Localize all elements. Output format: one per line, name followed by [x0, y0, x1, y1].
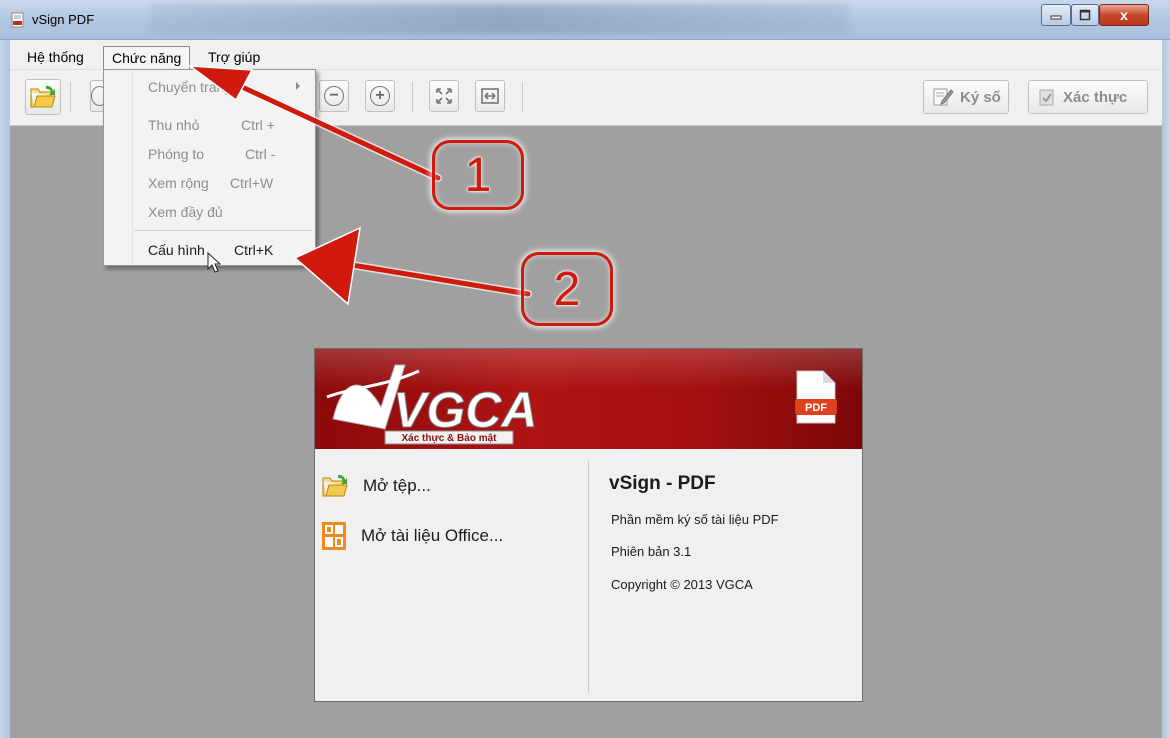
open-file-link[interactable]: Mở tệp...	[321, 473, 431, 499]
shortcut-phong-to: Ctrl -	[245, 146, 276, 162]
window-frame-left	[0, 40, 10, 738]
maximize-icon	[1079, 9, 1091, 21]
zoom-in-button[interactable]: +	[365, 80, 395, 112]
menu-tro-giup[interactable]: Trợ giúp	[200, 46, 268, 70]
zoom-out-button[interactable]: −	[319, 80, 349, 112]
open-file-label: Mở tệp...	[363, 476, 431, 495]
menu-item-thu-nho[interactable]: Thu nhỏ	[148, 117, 199, 133]
fit-width-button[interactable]	[475, 80, 505, 112]
annotation-callout-2: 2	[521, 252, 613, 326]
menu-item-chuyen-trang[interactable]: Chuyển trang	[148, 79, 232, 95]
app-copyright: Copyright © 2013 VGCA	[611, 577, 753, 592]
open-folder-icon	[322, 474, 348, 497]
vgca-banner: VGCA Xác thực & Bảo mật PDF	[315, 349, 862, 449]
pdf-badge-label: PDF	[805, 402, 827, 414]
menu-separator	[134, 230, 312, 231]
panel-divider	[588, 461, 589, 693]
sign-button-label: Ký số	[960, 88, 1001, 106]
app-version: Phiên bản 3.1	[611, 544, 692, 559]
toolbar-separator	[412, 82, 413, 112]
verify-icon	[1039, 89, 1054, 106]
window-frame-right	[1162, 40, 1170, 738]
minimize-icon	[1050, 15, 1062, 20]
annotation-callout-1: 1	[432, 140, 524, 210]
pdf-app-icon	[11, 12, 24, 28]
app-description: Phần mềm ký số tài liệu PDF	[611, 512, 779, 527]
menu-bar: Hệ thống Chức năng Trợ giúp	[10, 40, 1162, 72]
zoom-in-icon: +	[370, 86, 390, 106]
fit-page-icon	[436, 88, 452, 104]
menu-item-phong-to[interactable]: Phóng to	[148, 146, 204, 162]
vgca-logo: VGCA Xác thực & Bảo mật	[326, 364, 538, 445]
verify-button[interactable]: Xác thực	[1028, 80, 1148, 114]
menu-he-thong[interactable]: Hệ thống	[19, 46, 92, 70]
submenu-arrow-icon	[296, 82, 300, 90]
toolbar-separator	[70, 82, 71, 112]
close-button[interactable]: x	[1099, 4, 1149, 26]
welcome-panel: VGCA Xác thực & Bảo mật PDF Mở tệp... Mở…	[314, 348, 863, 702]
open-office-link[interactable]: Mở tài liệu Office...	[321, 521, 503, 551]
toolbar-separator	[522, 82, 523, 112]
title-bar: vSign PDF x	[0, 0, 1170, 40]
open-folder-icon	[30, 85, 56, 108]
title-bar-blur	[150, 4, 850, 34]
shortcut-xem-rong: Ctrl+W	[230, 175, 274, 191]
chuc-nang-dropdown: Chuyển trang Thu nhỏ Ctrl + Phóng to Ctr…	[103, 69, 316, 273]
menu-item-cau-hinh[interactable]: Cấu hình	[148, 242, 205, 258]
sign-button[interactable]: Ký số	[923, 80, 1009, 114]
menu-item-xem-rong[interactable]: Xem rộng	[148, 175, 209, 191]
logo-tagline: Xác thực & Bảo mật	[401, 433, 497, 444]
office-document-icon	[322, 522, 346, 550]
maximize-button[interactable]	[1071, 4, 1099, 26]
logo-wordmark: VGCA	[393, 382, 537, 438]
minimize-button[interactable]	[1041, 4, 1071, 26]
shortcut-cau-hinh: Ctrl+K	[234, 242, 274, 258]
open-office-label: Mở tài liệu Office...	[361, 526, 504, 545]
fit-width-icon	[481, 88, 499, 104]
mouse-cursor-icon	[207, 252, 222, 273]
app-name: vSign - PDF	[609, 473, 716, 494]
shortcut-thu-nho: Ctrl +	[241, 117, 275, 133]
menu-item-xem-day-du[interactable]: Xem đầy đủ	[148, 204, 223, 220]
open-file-button[interactable]	[25, 79, 61, 115]
menu-gutter	[132, 72, 133, 263]
fit-page-button[interactable]	[429, 80, 459, 112]
window-title: vSign PDF	[32, 12, 95, 27]
close-icon: x	[1120, 7, 1128, 23]
pdf-file-icon: PDF	[795, 370, 837, 424]
sign-pen-icon	[933, 88, 954, 106]
verify-button-label: Xác thực	[1063, 88, 1128, 106]
zoom-out-icon: −	[324, 86, 344, 106]
